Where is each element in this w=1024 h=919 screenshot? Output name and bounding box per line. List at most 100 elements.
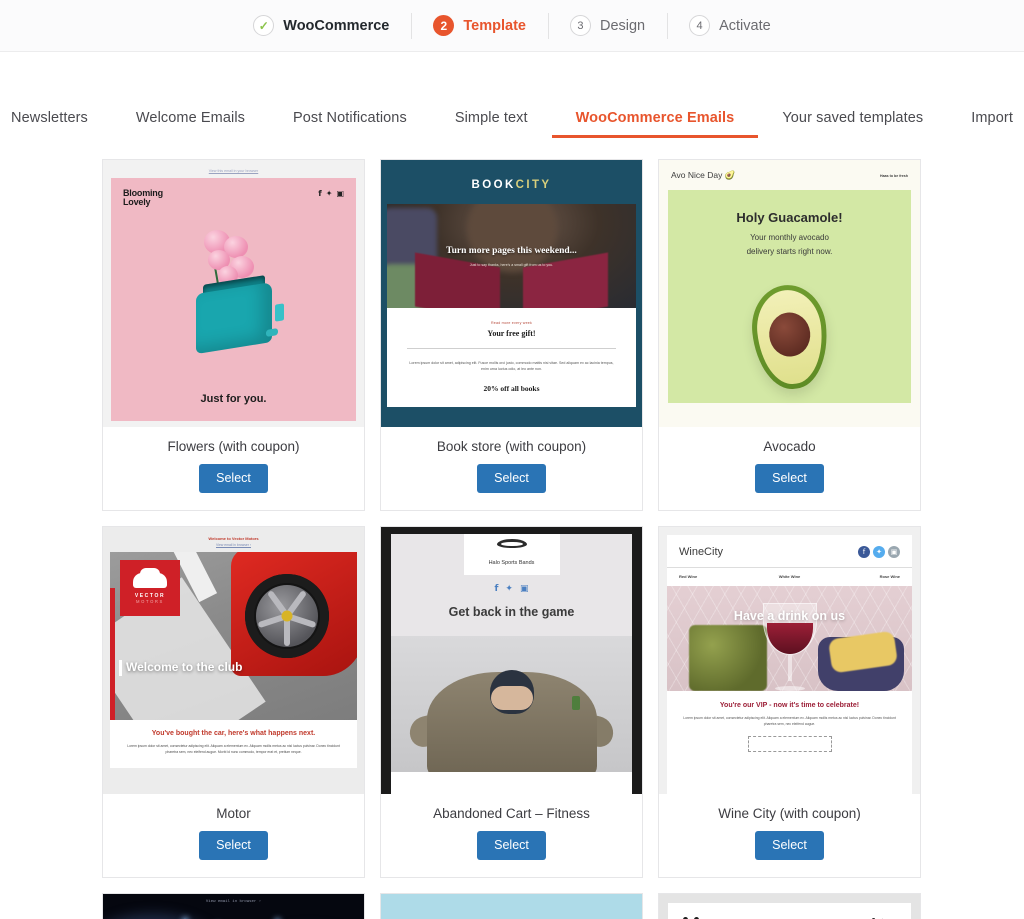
select-button[interactable]: Select (755, 831, 824, 860)
tab-your-saved-templates[interactable]: Your saved templates (758, 110, 947, 138)
select-button[interactable]: Select (477, 831, 546, 860)
toaster-illustration (178, 230, 290, 365)
twitter-icon: ✦ (873, 546, 885, 558)
card-footer: Wine City (with coupon) Select (659, 794, 920, 877)
preview-heading: Your free gift! (487, 329, 536, 338)
preview-hero-image: Have a drink on us (667, 586, 912, 691)
template-preview-avocado[interactable]: Avo Nice Day 🥑 Haas to be fresh Holy Gua… (659, 160, 920, 427)
preview-subtext: Your monthly avocado delivery starts rig… (668, 231, 911, 259)
car-icon (133, 567, 167, 588)
social-icons: f ✦ ▣ (318, 189, 344, 198)
card-footer: Abandoned Cart – Fitness Select (381, 794, 642, 877)
template-card-abandoned-cart-fitness[interactable]: Halo Sports Bands f ✦ ▣ Get back in the … (380, 526, 643, 878)
select-button[interactable]: Select (477, 464, 546, 493)
preview-brand: Avo Nice Day 🥑 (671, 170, 736, 180)
wine-glass-illustration (762, 593, 817, 691)
step-check-icon: ✓ (253, 15, 275, 36)
template-card-pets-partial[interactable]: f ✦ ▣ (658, 893, 921, 919)
sports-band-icon (496, 539, 527, 548)
preview-hero-image (391, 636, 632, 772)
card-footer: Flowers (with coupon) Select (103, 427, 364, 510)
wizard-header: ✓ WooCommerce 2 Template 3 Design 4 Acti… (0, 0, 1024, 52)
tab-import[interactable]: Import (947, 110, 1024, 138)
card-footer: Book store (with coupon) Select (381, 427, 642, 510)
preview-heading: Holy Guacamole! (736, 210, 843, 225)
template-title: Book store (with coupon) (436, 439, 587, 454)
template-card-book-store[interactable]: BOOKCITY Turn more pages this weekend...… (380, 159, 643, 511)
facebook-icon: f (318, 189, 322, 198)
card-footer: Avocado Select (659, 427, 920, 510)
facebook-icon: f (494, 584, 499, 594)
preview-cta-text: Just for you. (200, 393, 267, 405)
template-card-sunshine-kids-partial[interactable]: Sunshine Kids Clothes (380, 893, 643, 919)
tab-newsletters[interactable]: Newsletters (0, 110, 112, 138)
template-preview-storm[interactable]: View email in browser › (103, 894, 364, 919)
select-button[interactable]: Select (755, 464, 824, 493)
select-button[interactable]: Select (199, 464, 268, 493)
instagram-icon: ▣ (336, 189, 344, 198)
template-preview-pets[interactable]: f ✦ ▣ (659, 894, 920, 919)
preview-heading: Get back in the game (448, 605, 575, 619)
step-number-badge: 3 (569, 15, 591, 36)
preview-browser-link: View this email in your browser (208, 169, 259, 173)
preview-offer: 20% off all books (483, 383, 540, 393)
template-title: Avocado (763, 439, 816, 454)
select-button[interactable]: Select (199, 831, 268, 860)
template-card-motor[interactable]: Welcome to Vector Motors View email in b… (102, 526, 365, 878)
template-card-wine-city[interactable]: WineCity f ✦ ▣ Red Wine White Wine Rose … (658, 526, 921, 878)
card-footer: Motor Select (103, 794, 364, 877)
template-preview-abandoned-cart-fitness[interactable]: Halo Sports Bands f ✦ ▣ Get back in the … (381, 527, 642, 794)
wizard-step-template[interactable]: 2 Template (411, 11, 548, 41)
hero-heading: Have a drink on us (733, 609, 846, 623)
preview-tagline: Haas to be fresh (880, 173, 908, 178)
wizard-steps: ✓ WooCommerce 2 Template 3 Design 4 Acti… (231, 11, 792, 41)
divider (407, 348, 616, 349)
template-card-flowers[interactable]: View this email in your browser Blooming… (102, 159, 365, 511)
preview-preheading: Read more every week (491, 321, 532, 325)
template-preview-book-store[interactable]: BOOKCITY Turn more pages this weekend...… (381, 160, 642, 427)
social-icons: f ✦ ▣ (858, 546, 900, 558)
preview-logo: BOOKCITY (387, 165, 636, 204)
template-preview-wine-city[interactable]: WineCity f ✦ ▣ Red Wine White Wine Rose … (659, 527, 920, 794)
template-card-storm-partial[interactable]: View email in browser › (102, 893, 365, 919)
template-preview-flowers[interactable]: View this email in your browser Blooming… (103, 160, 364, 427)
wizard-step-design[interactable]: 3 Design (547, 11, 667, 41)
hero-heading: Welcome to the club (126, 660, 243, 674)
logo-text: Halo Sports Bands (488, 560, 535, 566)
tab-woocommerce-emails[interactable]: WooCommerce Emails (551, 110, 759, 138)
wizard-step-label: Template (463, 17, 526, 34)
template-card-avocado[interactable]: Avo Nice Day 🥑 Haas to be fresh Holy Gua… (658, 159, 921, 511)
twitter-icon: ✦ (325, 189, 333, 198)
template-preview-sunshine-kids[interactable]: Sunshine Kids Clothes (381, 894, 642, 919)
coupon-code-box (747, 735, 832, 752)
preview-preheader: Welcome to Vector Motors (208, 536, 259, 541)
preview-browser-link: View email in browser › (216, 543, 251, 547)
logo-line-2: Lovely (123, 197, 151, 208)
logo-bold: BOOK (471, 179, 516, 191)
preview-hero-image: VECTOR MOTORS Welcome to the club (110, 552, 357, 720)
wizard-step-woocommerce[interactable]: ✓ WooCommerce (231, 11, 411, 41)
preview-preheader: View email in browser › (205, 900, 262, 904)
tab-simple-text[interactable]: Simple text (431, 110, 552, 138)
preview-nav: Red Wine White Wine Rose Wine (667, 567, 912, 586)
tab-welcome-emails[interactable]: Welcome Emails (112, 110, 269, 138)
preview-paragraph: Lorem ipsum dolor sit amet, adipiscing e… (409, 361, 614, 372)
hero-heading: Turn more pages this weekend... (446, 246, 577, 256)
preview-brand: WineCity (679, 546, 724, 558)
tab-post-notifications[interactable]: Post Notifications (269, 110, 431, 138)
nav-item-red-wine: Red Wine (679, 574, 698, 579)
template-title: Abandoned Cart – Fitness (433, 806, 590, 821)
template-category-tabs: Newsletters Welcome Emails Post Notifica… (0, 52, 1024, 138)
step-number-badge: 2 (433, 15, 455, 36)
template-title: Motor (216, 806, 251, 821)
preview-paragraph: Lorem ipsum dolor sit amet, consectetur … (683, 716, 896, 727)
wizard-step-label: Design (599, 17, 646, 34)
preview-hero-image: Turn more pages this weekend... Just to … (387, 204, 636, 308)
wizard-step-activate[interactable]: 4 Activate (667, 11, 793, 41)
facebook-icon: f (858, 546, 870, 558)
template-preview-motor[interactable]: Welcome to Vector Motors View email in b… (103, 527, 364, 794)
instagram-icon: ▣ (888, 546, 900, 558)
step-number-badge: 4 (689, 15, 711, 36)
wheel-illustration (245, 574, 329, 658)
social-icons: f ✦ ▣ (391, 584, 632, 594)
